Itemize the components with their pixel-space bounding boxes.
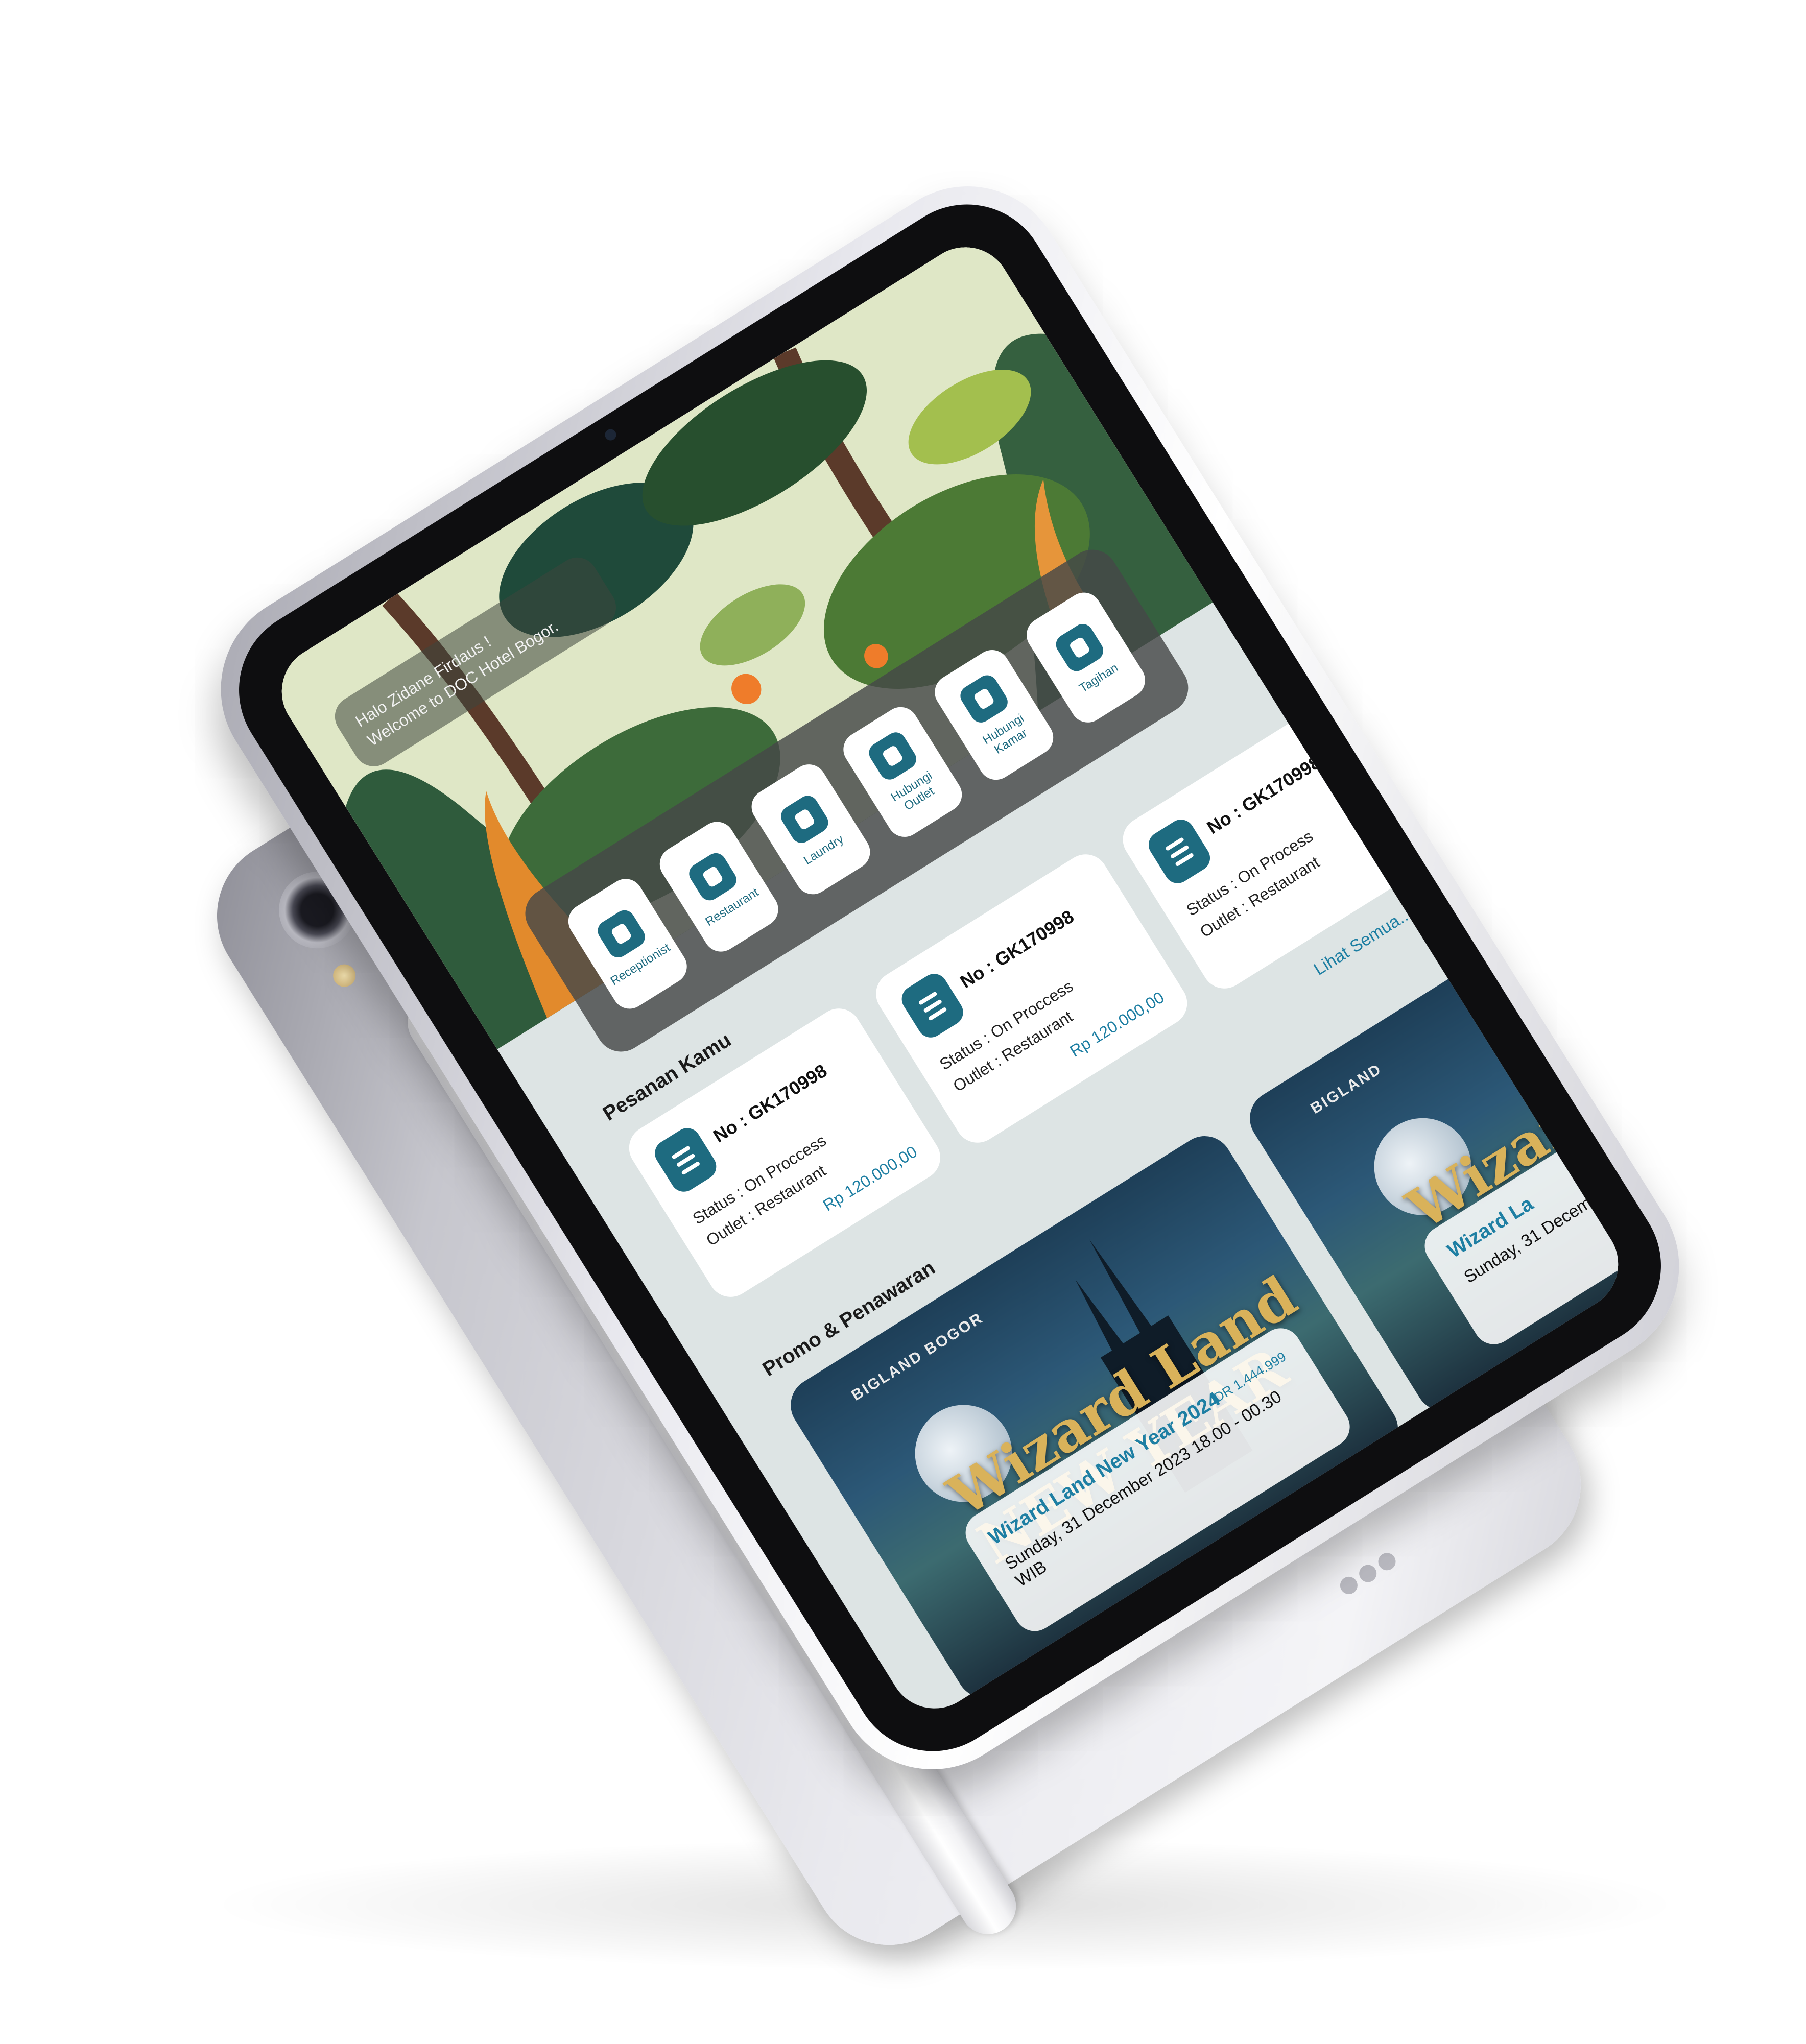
receipt-icon: [1144, 814, 1215, 888]
menu-restaurant[interactable]: Restaurant: [653, 815, 785, 958]
menu-tagihan[interactable]: Tagihan: [1020, 586, 1152, 729]
menu-hubungi-outlet[interactable]: Hubungi Outlet: [837, 701, 968, 844]
laundry-icon: [777, 791, 833, 847]
room-icon: [957, 671, 1012, 727]
order-price: Rp: [1386, 833, 1414, 860]
restaurant-icon: [685, 849, 741, 904]
order-card[interactable]: No : GK170998 Status : On Process Outlet…: [1114, 691, 1443, 997]
order-card[interactable]: No : GK170998 Status : On Proccess Outle…: [621, 1000, 949, 1306]
outlet-icon: [865, 728, 920, 784]
smart-connector: [1337, 1542, 1412, 1600]
receipt-icon: [650, 1123, 722, 1197]
order-number: No : GK170998: [956, 905, 1078, 993]
receipt-icon: [896, 969, 968, 1043]
bill-icon: [1052, 620, 1107, 675]
promo-brand: BIGLAND: [1308, 1060, 1385, 1118]
order-card[interactable]: No : GK170998 Status : On Proccess Outle…: [867, 846, 1196, 1151]
front-camera-icon: [603, 427, 619, 443]
order-number: No : GK170998: [1203, 751, 1325, 838]
menu-laundry[interactable]: Laundry: [745, 758, 877, 901]
menu-receptionist[interactable]: Receptionist: [561, 872, 694, 1016]
flash-icon: [328, 960, 360, 991]
order-price: Rp 120.000,00: [1066, 988, 1168, 1061]
menu-hubungi-kamar[interactable]: Hubungi Kamar: [928, 643, 1060, 786]
order-price: Rp 120.000,00: [819, 1142, 920, 1215]
receptionist-icon: [593, 906, 649, 961]
device-scene: Halo Zidane Firdaus ! Welcome to DOC Hot…: [0, 0, 1806, 2044]
order-number: No : GK170998: [709, 1060, 831, 1147]
promo-brand: BIGLAND BOGOR: [848, 1309, 987, 1404]
